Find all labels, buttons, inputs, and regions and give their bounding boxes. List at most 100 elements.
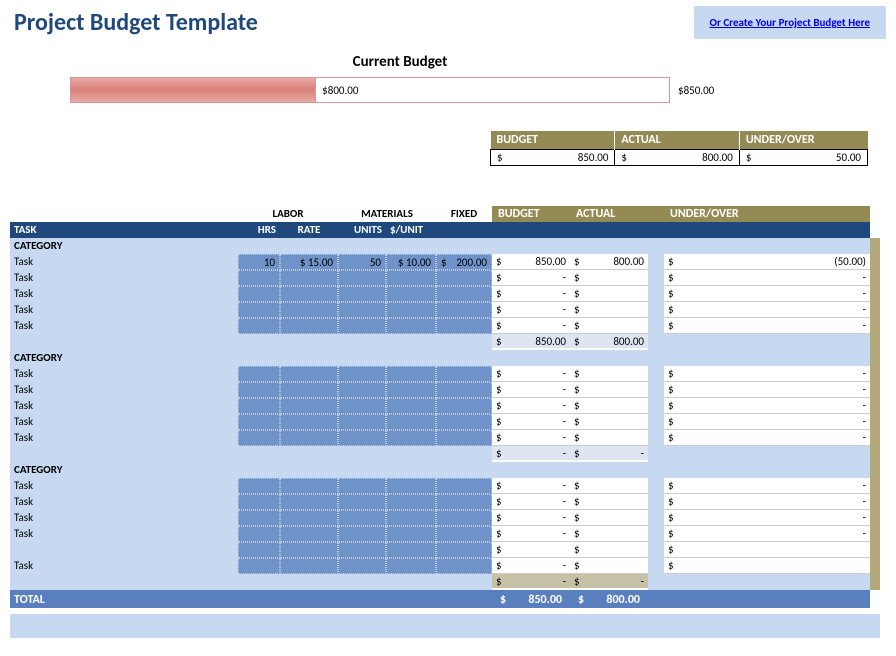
input-dpu[interactable]: [386, 286, 436, 302]
input-units[interactable]: [338, 302, 386, 318]
input-rate[interactable]: [280, 398, 338, 414]
input-hrs[interactable]: [238, 542, 280, 558]
create-budget-link[interactable]: Or Create Your Project Budget Here: [710, 16, 870, 29]
input-hrs[interactable]: [238, 366, 280, 382]
input-fixed[interactable]: [436, 382, 492, 398]
summary-col-actual: ACTUAL: [615, 131, 739, 150]
input-hrs[interactable]: [238, 286, 280, 302]
task-name: Task: [10, 430, 238, 446]
input-hrs[interactable]: [238, 478, 280, 494]
input-fixed[interactable]: [436, 286, 492, 302]
money-cell: $-: [492, 286, 570, 302]
input-fixed[interactable]: [436, 270, 492, 286]
money-cell: $-: [664, 302, 870, 318]
col-uo: UNDER/OVER: [664, 206, 870, 222]
input-fixed[interactable]: $ 200.00: [436, 254, 492, 270]
money-cell: $-: [664, 478, 870, 494]
input-units[interactable]: [338, 430, 386, 446]
input-units[interactable]: [338, 286, 386, 302]
input-dpu[interactable]: [386, 302, 436, 318]
input-units[interactable]: [338, 510, 386, 526]
input-hrs[interactable]: [238, 382, 280, 398]
input-units[interactable]: [338, 318, 386, 334]
task-name: Task: [10, 558, 238, 574]
input-dpu[interactable]: [386, 318, 436, 334]
input-hrs[interactable]: [238, 318, 280, 334]
input-dpu[interactable]: [386, 558, 436, 574]
money-cell: $-: [492, 414, 570, 430]
input-hrs[interactable]: [238, 398, 280, 414]
input-fixed[interactable]: [436, 510, 492, 526]
input-rate[interactable]: [280, 430, 338, 446]
input-dpu[interactable]: [386, 366, 436, 382]
input-units[interactable]: [338, 366, 386, 382]
budget-progress-fill: [71, 78, 316, 102]
input-rate[interactable]: [280, 302, 338, 318]
input-hrs[interactable]: [238, 430, 280, 446]
input-fixed[interactable]: [436, 494, 492, 510]
money-cell: $-: [664, 494, 870, 510]
input-units[interactable]: [338, 526, 386, 542]
input-hrs[interactable]: [238, 414, 280, 430]
input-dpu[interactable]: [386, 510, 436, 526]
input-dpu[interactable]: $ 10.00: [386, 254, 436, 270]
task-name: [10, 542, 238, 558]
task-name: Task: [10, 478, 238, 494]
input-units[interactable]: [338, 558, 386, 574]
input-dpu[interactable]: [386, 270, 436, 286]
summary-col-uo: UNDER/OVER: [739, 131, 867, 150]
input-fixed[interactable]: [436, 430, 492, 446]
input-hrs[interactable]: [238, 510, 280, 526]
input-units[interactable]: [338, 398, 386, 414]
input-fixed[interactable]: [436, 526, 492, 542]
input-fixed[interactable]: [436, 398, 492, 414]
input-dpu[interactable]: [386, 414, 436, 430]
input-units[interactable]: 50: [338, 254, 386, 270]
input-fixed[interactable]: [436, 302, 492, 318]
input-fixed[interactable]: [436, 478, 492, 494]
input-hrs[interactable]: 10: [238, 254, 280, 270]
money-cell: $: [664, 558, 870, 574]
input-units[interactable]: [338, 382, 386, 398]
input-rate[interactable]: [280, 318, 338, 334]
input-dpu[interactable]: [386, 430, 436, 446]
input-hrs[interactable]: [238, 494, 280, 510]
input-hrs[interactable]: [238, 270, 280, 286]
input-rate[interactable]: [280, 382, 338, 398]
input-rate[interactable]: [280, 366, 338, 382]
input-units[interactable]: [338, 542, 386, 558]
input-dpu[interactable]: [386, 478, 436, 494]
input-rate[interactable]: [280, 526, 338, 542]
input-fixed[interactable]: [436, 318, 492, 334]
input-rate[interactable]: [280, 478, 338, 494]
input-rate[interactable]: [280, 414, 338, 430]
input-units[interactable]: [338, 414, 386, 430]
money-cell: $-: [492, 526, 570, 542]
input-dpu[interactable]: [386, 542, 436, 558]
input-rate[interactable]: [280, 542, 338, 558]
input-dpu[interactable]: [386, 494, 436, 510]
input-units[interactable]: [338, 494, 386, 510]
input-hrs[interactable]: [238, 526, 280, 542]
input-rate[interactable]: [280, 558, 338, 574]
input-fixed[interactable]: [436, 558, 492, 574]
money-cell: $: [570, 430, 648, 446]
input-rate[interactable]: [280, 510, 338, 526]
input-hrs[interactable]: [238, 558, 280, 574]
input-dpu[interactable]: [386, 398, 436, 414]
input-rate[interactable]: $ 15.00: [280, 254, 338, 270]
col-units: UNITS: [338, 222, 386, 238]
input-units[interactable]: [338, 478, 386, 494]
input-units[interactable]: [338, 270, 386, 286]
money-cell: $-: [664, 526, 870, 542]
money-cell: $-: [664, 318, 870, 334]
input-dpu[interactable]: [386, 382, 436, 398]
input-rate[interactable]: [280, 270, 338, 286]
input-rate[interactable]: [280, 494, 338, 510]
input-dpu[interactable]: [386, 526, 436, 542]
input-hrs[interactable]: [238, 302, 280, 318]
input-rate[interactable]: [280, 286, 338, 302]
input-fixed[interactable]: [436, 366, 492, 382]
input-fixed[interactable]: [436, 414, 492, 430]
input-fixed[interactable]: [436, 542, 492, 558]
